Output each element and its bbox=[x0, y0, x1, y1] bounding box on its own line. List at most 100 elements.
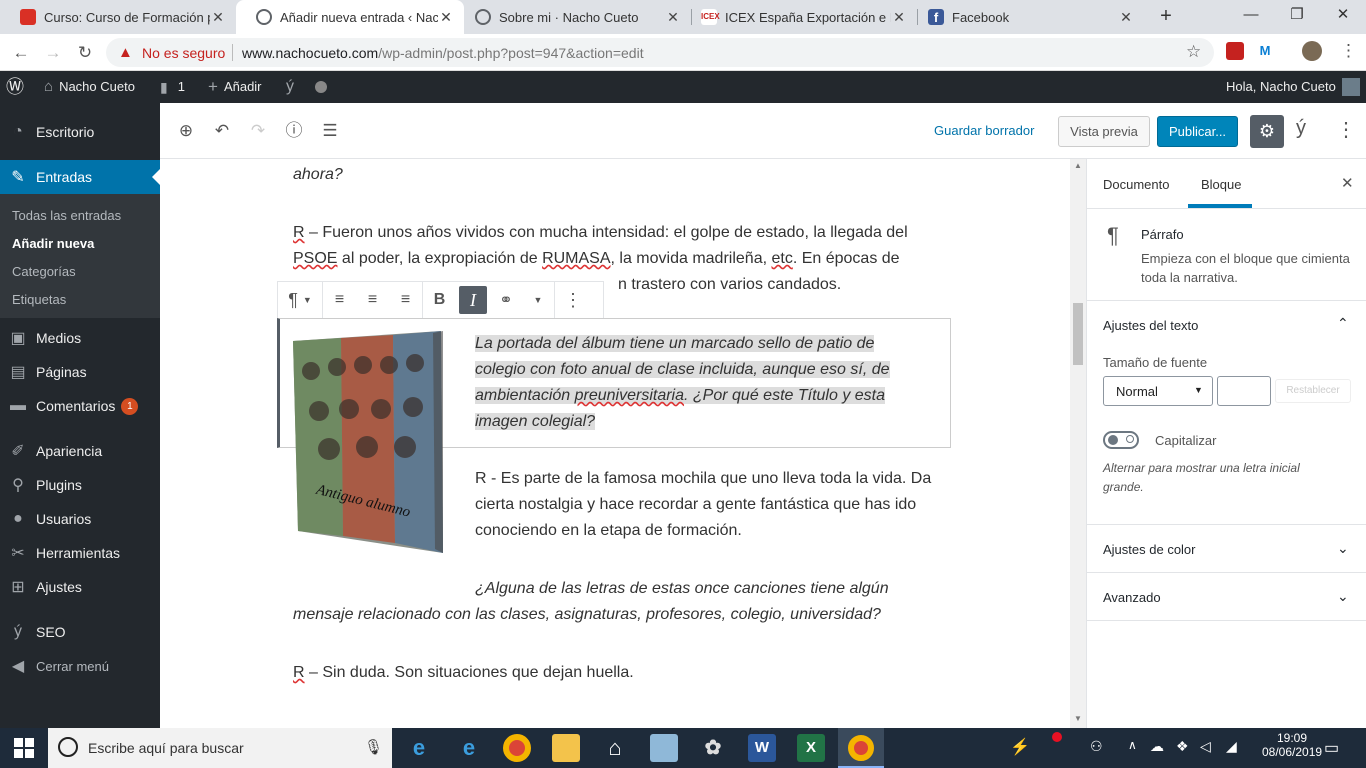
custom-font-size-input[interactable] bbox=[1217, 376, 1271, 406]
comments-link[interactable]: ▮ 1 bbox=[160, 71, 185, 103]
redo-icon[interactable]: ↷ bbox=[246, 119, 270, 143]
notes-app-icon[interactable] bbox=[650, 734, 678, 762]
clock[interactable]: 19:09 08/06/2019 bbox=[1262, 731, 1322, 759]
close-panel-icon[interactable]: ✕ bbox=[1341, 174, 1354, 192]
forward-icon[interactable]: → bbox=[40, 40, 66, 66]
paragraph-block[interactable]: R – Sin duda. Son situaciones que dejan … bbox=[293, 660, 923, 686]
volume-icon[interactable]: ◁ bbox=[1200, 738, 1211, 755]
internet-explorer-icon[interactable]: e bbox=[405, 734, 433, 762]
wordpress-logo-icon[interactable]: Ⓦ bbox=[6, 71, 24, 103]
text-settings-heading[interactable]: Ajustes del texto bbox=[1103, 318, 1198, 333]
info-icon[interactable]: ⓘ bbox=[282, 119, 306, 143]
paragraph-fragment[interactable]: ahora? bbox=[293, 162, 923, 188]
outline-icon[interactable]: ☰ bbox=[318, 119, 342, 143]
chevron-up-icon[interactable]: ∧ bbox=[1128, 738, 1137, 752]
power-icon[interactable]: ⚡ bbox=[1010, 737, 1030, 757]
windows-start-icon[interactable] bbox=[14, 738, 34, 758]
editor-canvas[interactable]: ahora? R – Fueron unos años vividos con … bbox=[160, 159, 1070, 728]
more-formatting-icon[interactable]: ▼ bbox=[522, 282, 554, 318]
paint-icon[interactable]: ✿ bbox=[699, 734, 727, 762]
scroll-up-icon[interactable]: ▲ bbox=[1074, 161, 1082, 170]
sidebar-item-collapse[interactable]: ◀ Cerrar menú bbox=[0, 649, 160, 683]
reload-icon[interactable]: ↻ bbox=[72, 40, 98, 66]
sidebar-item-ajustes[interactable]: ⊞ Ajustes bbox=[0, 570, 160, 604]
sidebar-item-paginas[interactable]: ▤ Páginas bbox=[0, 355, 160, 389]
microphone-icon[interactable]: 🎙 bbox=[364, 738, 383, 756]
italic-icon[interactable]: I bbox=[459, 286, 487, 314]
browser-tab[interactable]: Curso: Curso de Formación par ✕ bbox=[0, 0, 236, 34]
bold-icon[interactable]: B bbox=[423, 282, 456, 318]
publish-button[interactable]: Publicar... bbox=[1157, 116, 1238, 147]
save-draft-button[interactable]: Guardar borrador bbox=[934, 123, 1034, 138]
sidebar-item-plugins[interactable]: ⚲ Plugins bbox=[0, 468, 160, 502]
add-block-icon[interactable]: ⊕ bbox=[174, 119, 198, 143]
yoast-icon[interactable]: ý bbox=[286, 71, 294, 103]
bookmark-star-icon[interactable]: ☆ bbox=[1186, 42, 1201, 62]
browser-tab[interactable]: ICEX ICEX España Exportación e Inv ✕ bbox=[681, 0, 917, 34]
advanced-heading[interactable]: Avanzado bbox=[1103, 590, 1161, 605]
taskbar-search-box[interactable]: Escribe aquí para buscar 🎙 bbox=[48, 728, 392, 768]
browser-tab[interactable]: Sobre mi · Nacho Cueto ✕ bbox=[455, 0, 691, 34]
undo-icon[interactable]: ↶ bbox=[210, 119, 234, 143]
color-settings-heading[interactable]: Ajustes de color bbox=[1103, 542, 1196, 557]
submenu-item[interactable]: Categorías bbox=[12, 264, 76, 279]
new-content-link[interactable]: + Añadir bbox=[208, 71, 262, 103]
align-left-icon[interactable]: ≡ bbox=[323, 282, 356, 318]
chevron-up-icon[interactable]: ⌃ bbox=[1337, 315, 1349, 332]
pdf-extension-icon[interactable] bbox=[1226, 42, 1244, 60]
album-cover-image[interactable]: Antiguo alumno bbox=[293, 331, 443, 553]
site-name-link[interactable]: ⌂ Nacho Cueto bbox=[44, 71, 135, 103]
movistar-extension-icon[interactable]: M bbox=[1256, 42, 1274, 60]
action-center-icon[interactable]: ▭ bbox=[1324, 738, 1339, 758]
sidebar-item-herramientas[interactable]: ✂ Herramientas bbox=[0, 536, 160, 570]
close-tab-icon[interactable]: ✕ bbox=[210, 9, 226, 26]
back-icon[interactable]: ← bbox=[8, 40, 34, 66]
align-right-icon[interactable]: ≡ bbox=[389, 282, 422, 318]
reset-button[interactable]: Restablecer bbox=[1275, 379, 1351, 403]
selected-paragraph[interactable]: La portada del álbum tiene un marcado se… bbox=[475, 331, 915, 435]
tab-block[interactable]: Bloque bbox=[1201, 177, 1241, 192]
sidebar-item-escritorio[interactable]: ◔ Escritorio bbox=[0, 115, 160, 149]
browser-tab-active[interactable]: Añadir nueva entrada ‹ Nacho ✕ bbox=[236, 0, 464, 34]
word-icon[interactable]: W bbox=[748, 734, 776, 762]
new-tab-button[interactable]: + bbox=[1154, 4, 1178, 28]
scrollbar-thumb[interactable] bbox=[1073, 303, 1083, 365]
close-tab-icon[interactable]: ✕ bbox=[438, 9, 454, 26]
account-link[interactable]: Hola, Nacho Cueto bbox=[1226, 71, 1360, 103]
close-tab-icon[interactable]: ✕ bbox=[665, 9, 681, 26]
people-icon[interactable]: ⚇ bbox=[1090, 738, 1103, 755]
submenu-item-active[interactable]: Añadir nueva bbox=[12, 236, 94, 251]
url-text[interactable]: www.nachocueto.com/wp-admin/post.php?pos… bbox=[242, 45, 644, 61]
chevron-down-icon[interactable]: ⌄ bbox=[1337, 588, 1349, 605]
file-explorer-icon[interactable] bbox=[552, 734, 580, 762]
sidebar-item-medios[interactable]: ▣ Medios bbox=[0, 321, 160, 355]
font-size-select[interactable]: Normal ▼ bbox=[1103, 376, 1213, 406]
block-options-icon[interactable]: ⋮ bbox=[555, 282, 591, 318]
browser-tab[interactable]: f Facebook ✕ bbox=[908, 0, 1144, 34]
wifi-icon[interactable]: ◢ bbox=[1226, 738, 1237, 755]
tab-document[interactable]: Documento bbox=[1103, 177, 1169, 192]
yoast-sidebar-icon[interactable]: ý bbox=[1296, 117, 1306, 140]
editor-scrollbar[interactable]: ▲ ▼ bbox=[1070, 159, 1086, 728]
chevron-down-icon[interactable]: ⌄ bbox=[1337, 540, 1349, 557]
link-icon[interactable]: ⚭ bbox=[490, 282, 522, 318]
sidebar-item-entradas[interactable]: ✎ Entradas bbox=[0, 160, 160, 194]
sidebar-item-seo[interactable]: ý SEO bbox=[0, 615, 160, 649]
close-tab-icon[interactable]: ✕ bbox=[1118, 9, 1134, 26]
maximize-button[interactable]: ❐ bbox=[1274, 0, 1320, 32]
active-app-chrome[interactable] bbox=[838, 728, 884, 768]
excel-icon[interactable]: X bbox=[797, 734, 825, 762]
chrome-icon[interactable] bbox=[503, 734, 531, 762]
security-label[interactable]: No es seguro bbox=[142, 45, 225, 61]
minimize-button[interactable]: — bbox=[1228, 0, 1274, 32]
more-options-icon[interactable]: ⋮ bbox=[1336, 117, 1356, 142]
scroll-down-icon[interactable]: ▼ bbox=[1074, 714, 1082, 723]
align-center-icon[interactable]: ≡ bbox=[356, 282, 389, 318]
dropbox-icon[interactable]: ❖ bbox=[1176, 738, 1189, 755]
sidebar-item-apariencia[interactable]: ✐ Apariencia bbox=[0, 434, 160, 468]
submenu-item[interactable]: Todas las entradas bbox=[12, 208, 121, 223]
sidebar-item-usuarios[interactable]: ● Usuarios bbox=[0, 502, 160, 536]
home-app-icon[interactable]: ⌂ bbox=[601, 734, 629, 762]
close-window-button[interactable]: ✕ bbox=[1320, 0, 1366, 32]
chrome-menu-icon[interactable]: ⋮ bbox=[1340, 41, 1357, 61]
